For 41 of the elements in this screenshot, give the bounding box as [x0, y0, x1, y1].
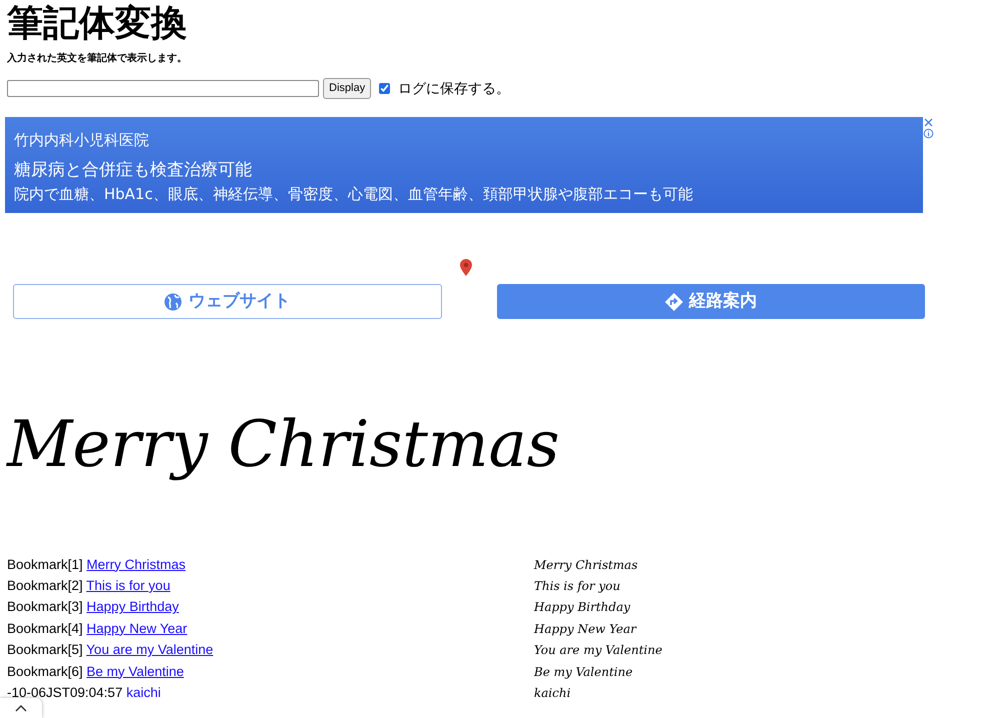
cursive-text: kaichi: [534, 685, 572, 702]
log-timestamp: -10-06JST09:04:57: [7, 684, 123, 700]
cursive-text: Merry Christmas: [534, 556, 639, 574]
bookmark-link[interactable]: Happy New Year: [86, 620, 188, 636]
cursive-text: Be my Valentine: [534, 664, 634, 681]
bookmark-label: Bookmark[4]: [7, 620, 83, 636]
bookmark-label: Bookmark[6]: [7, 664, 83, 678]
bookmark-label: Bookmark[2]: [7, 578, 83, 593]
bookmark-link[interactable]: Merry Christmas: [86, 556, 186, 572]
ad-advertiser: 竹内内科小児科医院: [14, 130, 150, 152]
bookmark-label: Bookmark[5]: [7, 642, 83, 658]
bookmark-link[interactable]: You are my Valentine: [86, 642, 214, 658]
cursive-text: This is for you: [534, 578, 622, 596]
ad-headline: 糖尿病と合併症も検査治療可能: [14, 158, 253, 182]
map-pin-icon: [460, 259, 472, 276]
save-log-label: ログに保存する。: [398, 79, 510, 98]
scroll-up-button[interactable]: [0, 698, 42, 718]
bookmark-label: Bookmark[3]: [7, 599, 83, 614]
cursive-text: Happy New Year: [534, 620, 638, 638]
bookmark-link[interactable]: Happy Birthday: [86, 599, 179, 614]
bookmark-label: Bookmark[1]: [7, 556, 83, 572]
close-icon[interactable]: [923, 117, 934, 128]
caret-up-icon: [15, 704, 27, 712]
page-description: 入力された英文を筆記体で表示します。: [7, 52, 188, 66]
cursive-text: Happy Birthday: [534, 599, 632, 616]
author-link[interactable]: kaichi: [126, 684, 161, 700]
display-button[interactable]: Display: [323, 78, 372, 99]
cursive-preview-text: Merry Christmas: [7, 407, 561, 484]
save-log-checkbox[interactable]: [379, 83, 390, 94]
page-title: 筆記体変換: [7, 2, 188, 46]
cursive-text: You are my Valentine: [534, 642, 664, 660]
info-icon[interactable]: [923, 128, 934, 140]
ad-body-text: 院内で血糖、HbA1c、眼底、神経伝導、骨密度、心電図、血管年齢、頚部甲状腺や腹部エコーも可能: [14, 184, 694, 206]
globe-icon: [164, 292, 182, 311]
bookmark-link[interactable]: This is for you: [86, 578, 170, 593]
text-input-field[interactable]: [7, 80, 319, 98]
bookmark-link[interactable]: Be my Valentine: [86, 664, 184, 678]
directions-button[interactable]: 経路案内: [496, 284, 925, 320]
website-button[interactable]: ウェブサイト: [13, 284, 442, 320]
directions-icon: [664, 292, 683, 311]
ad-banner[interactable]: 竹内内科小児科医院 糖尿病と合併症も検査治療可能 院内で血糖、HbA1c、眼底、神経伝導、骨密度、心電図、血管年齢、頚部甲状腺や腹部エコーも可能: [5, 117, 923, 214]
